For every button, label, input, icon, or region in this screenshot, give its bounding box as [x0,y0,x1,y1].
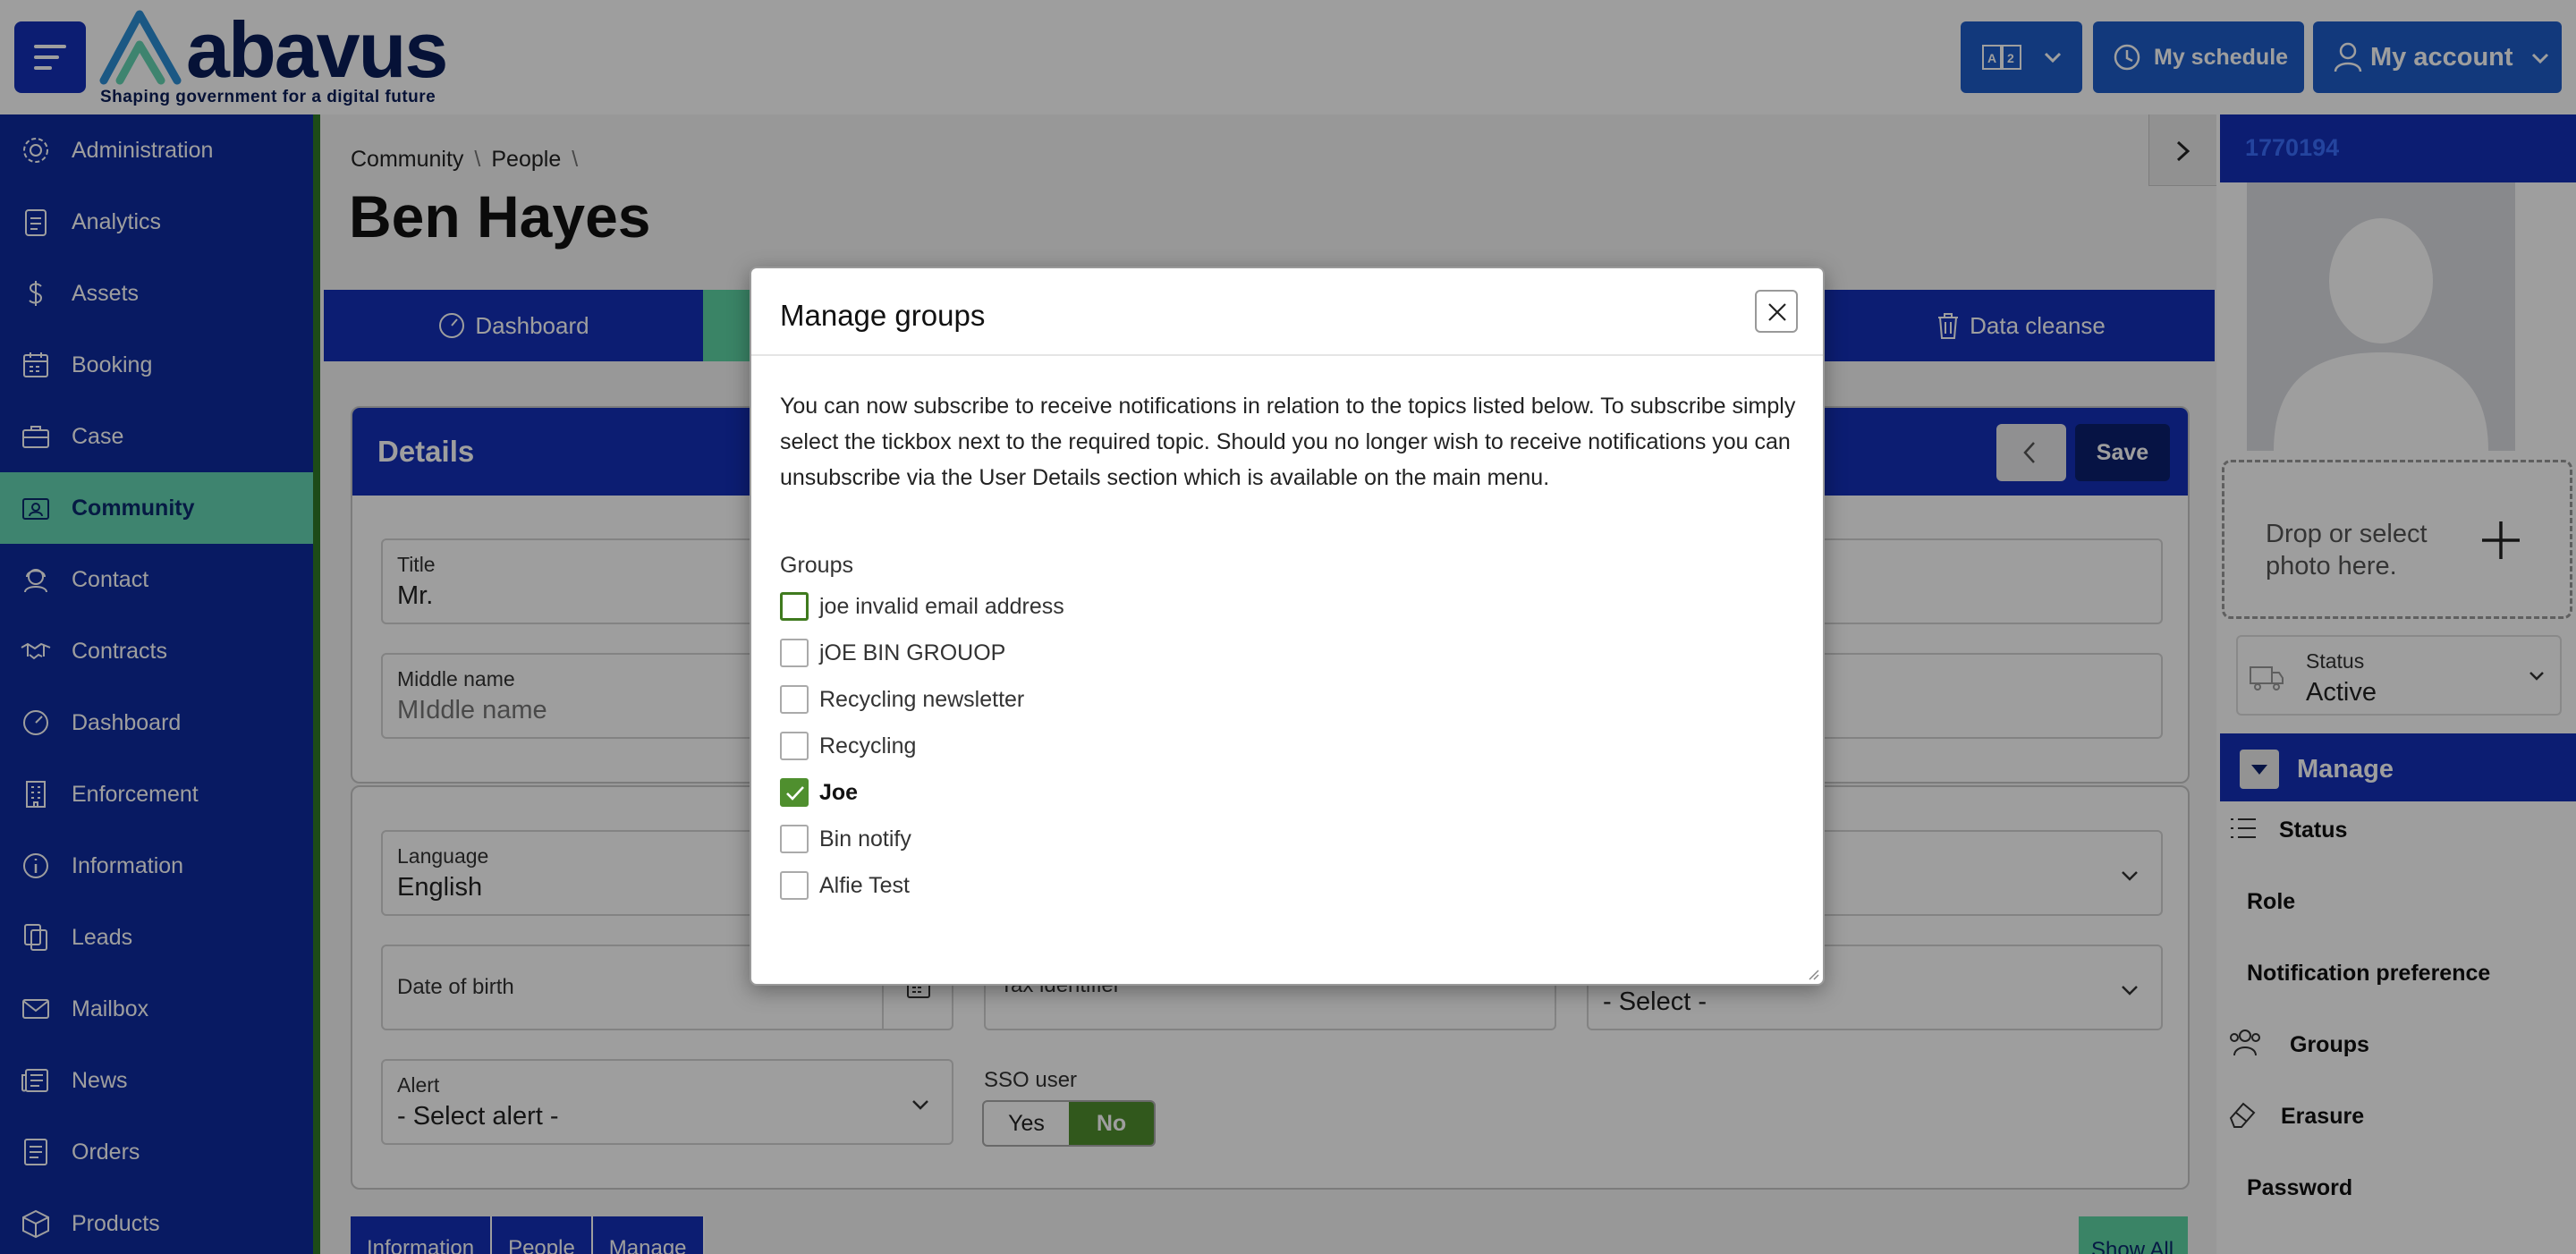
group-checkbox[interactable] [780,639,809,667]
group-option[interactable]: joe invalid email address [780,589,1064,624]
group-option-label: Recycling newsletter [819,686,1025,712]
checkmark-icon [786,786,804,801]
group-option-label: Joe [819,779,859,805]
group-option[interactable]: Alfie Test [780,868,910,903]
close-button[interactable] [1755,290,1798,333]
group-option[interactable]: Recycling newsletter [780,682,1024,717]
group-checkbox[interactable] [780,732,809,760]
group-option-label: jOE BIN GROUOP [819,640,1006,665]
group-option-label: Bin notify [819,826,911,852]
resize-handle-icon[interactable] [1805,966,1819,980]
group-option-label: Alfie Test [819,872,910,898]
group-option[interactable]: Recycling [780,728,916,764]
groups-label: Groups [780,553,853,578]
group-option[interactable]: Joe [780,775,858,810]
group-checkbox[interactable] [780,592,809,621]
group-option[interactable]: Bin notify [780,821,911,857]
modal-description: You can now subscribe to receive notific… [780,394,1796,490]
group-option-label: joe invalid email address [819,593,1064,619]
manage-groups-modal: Manage groups You can now subscribe to r… [750,267,1825,986]
close-icon [1768,303,1786,321]
modal-divider [751,354,1823,356]
group-checkbox[interactable] [780,871,809,900]
group-checkbox[interactable] [780,825,809,853]
group-checkbox[interactable] [780,685,809,714]
group-checkbox-checked[interactable] [780,778,809,807]
modal-title: Manage groups [780,299,986,332]
group-option[interactable]: jOE BIN GROUOP [780,635,1005,671]
group-option-label: Recycling [819,733,917,758]
